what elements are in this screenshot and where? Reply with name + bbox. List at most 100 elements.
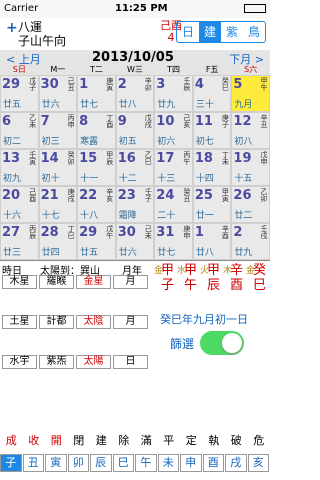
day-cell[interactable]: 24 癸丑 二十 [154, 186, 193, 223]
day-ganzhi: 己酉 [28, 188, 37, 202]
branch-1[interactable]: 丑 [22, 454, 44, 472]
day-number: 4 [194, 77, 204, 92]
day-cell[interactable]: 23 壬子 霜降 [115, 186, 155, 223]
day-cell[interactable]: 21 庚戌 十七 [38, 186, 78, 223]
tab-0[interactable]: 日 [177, 22, 199, 42]
info-panel: 時日 太陽到：巽山 月年 木星 羅睺 金星月土星 計都 太陰月水宇 紫炁 太陽日 金甲子水甲… [0, 260, 270, 400]
day-cell[interactable]: 25 甲寅 廿一 [192, 186, 232, 223]
day-cell[interactable]: 19 戊申 十五 [231, 149, 270, 186]
day-cell[interactable]: 20 己酉 十六 [0, 186, 39, 223]
day-cell[interactable]: 12 辛丑 初八 [231, 112, 270, 149]
branch-7[interactable]: 未 [157, 454, 179, 472]
lunar-day: 廿二 [234, 211, 253, 221]
tab-3[interactable]: 鳥 [243, 22, 265, 42]
day-number: 13 [2, 151, 21, 166]
day-ganzhi: 戊子 [28, 77, 37, 91]
day-ganzhi: 丁巳 [67, 225, 76, 239]
calendar-title: 2013/10/05 [92, 50, 174, 65]
calendar-nav: < 上月 2013/10/05 下月 > [0, 50, 270, 66]
day-cell[interactable]: 31 庚申 廿七 [154, 223, 193, 260]
day-cell[interactable]: 3 壬辰 廿九 [154, 75, 193, 112]
branch-2[interactable]: 寅 [45, 454, 67, 472]
lunar-day: 初十 [41, 174, 60, 184]
lunar-day: 初三 [41, 137, 60, 147]
day-cell[interactable]: 10 己亥 初六 [154, 112, 193, 149]
day-cell[interactable]: 29 戊子 廿五 [0, 75, 39, 112]
day-cell[interactable]: 14 癸卯 初十 [38, 149, 78, 186]
day-number: 16 [117, 151, 136, 166]
day-cell[interactable]: 30 己丑 廿六 [38, 75, 78, 112]
weekday-0: S日 [12, 65, 26, 74]
lunar-day: 廿五 [3, 100, 22, 110]
lunar-day: 初六 [157, 137, 176, 147]
day-ganzhi: 癸巳 [221, 77, 230, 91]
branch-10[interactable]: 戌 [225, 454, 247, 472]
toggle-knob [222, 333, 242, 353]
branch-0[interactable]: 子 [0, 454, 22, 472]
day-cell[interactable]: 4 癸巳 三十 [192, 75, 232, 112]
day-cell[interactable]: 11 庚子 初七 [192, 112, 232, 149]
lunar-day: 廿一 [195, 211, 214, 221]
weekday-3: W三 [127, 65, 143, 74]
day-number: 18 [194, 151, 213, 166]
lunar-day: 九月 [234, 100, 253, 110]
filter-toggle[interactable] [200, 331, 244, 355]
branch-5[interactable]: 巳 [112, 454, 134, 472]
day-number: 29 [2, 77, 21, 92]
day-cell[interactable]: 27 丙辰 廿三 [0, 223, 39, 260]
day-cell[interactable]: 1 辛酉 廿八 [192, 223, 232, 260]
day-ganzhi: 辛卯 [144, 77, 153, 91]
day-ganzhi: 庚戌 [67, 188, 76, 202]
day-cell[interactable]: 17 丙午 十三 [154, 149, 193, 186]
branch-8[interactable]: 申 [180, 454, 202, 472]
day-number: 1 [194, 225, 204, 240]
day-cell[interactable]: 18 丁未 十四 [192, 149, 232, 186]
day-ganzhi: 壬戌 [259, 225, 268, 239]
officer-1: 收 [28, 434, 40, 447]
day-ganzhi: 壬辰 [182, 77, 191, 91]
lunar-date: 癸巳年九月初一日 [160, 313, 248, 326]
day-cell[interactable]: 29 戊午 廿五 [77, 223, 116, 260]
day-cell[interactable]: 15 甲辰 十一 [77, 149, 116, 186]
day-cell[interactable]: 16 乙巳 十二 [115, 149, 155, 186]
lunar-day: 十五 [234, 174, 253, 184]
day-cell[interactable]: 26 乙卯 廿二 [231, 186, 270, 223]
branch-6[interactable]: 午 [135, 454, 157, 472]
day-cell[interactable]: 7 丙申 初三 [38, 112, 78, 149]
officer-3: 閉 [73, 434, 85, 447]
branch-9[interactable]: 酉 [202, 454, 224, 472]
add-icon[interactable]: + [6, 20, 18, 36]
day-cell[interactable]: 6 乙未 初二 [0, 112, 39, 149]
day-cell[interactable]: 9 戊戌 初五 [115, 112, 155, 149]
day-cell[interactable]: 13 壬寅 初九 [0, 149, 39, 186]
tab-1[interactable]: 建 [199, 22, 221, 42]
feng-shui-title: 八運 子山午向 [18, 20, 66, 48]
branch-4[interactable]: 辰 [90, 454, 112, 472]
branch-11[interactable]: 亥 [247, 454, 269, 472]
day-cell[interactable]: 28 丁巳 廿四 [38, 223, 78, 260]
day-cell[interactable]: 2 壬戌 廿九 [231, 223, 270, 260]
tab-2[interactable]: 紫 [221, 22, 243, 42]
lunar-day: 初八 [234, 137, 253, 147]
day-cell[interactable]: 1 庚寅 廿七 [77, 75, 116, 112]
day-ganzhi: 乙未 [28, 114, 37, 128]
lunar-day: 廿三 [3, 248, 22, 258]
branch-3[interactable]: 卯 [67, 454, 89, 472]
day-cell[interactable]: 8 丁酉 寒露 [77, 112, 116, 149]
star-cell: 金星 [76, 275, 111, 289]
day-cell[interactable]: 5 甲午 九月 [231, 75, 270, 112]
star-table: 木星 羅睺 金星月土星 計都 太陰月水宇 紫炁 太陽日 [2, 275, 152, 395]
star-cell: 計都 [39, 315, 74, 329]
day-ganzhi: 癸丑 [182, 188, 191, 202]
day-cell[interactable]: 2 辛卯 廿八 [115, 75, 155, 112]
weekday-6: S六 [244, 65, 258, 74]
day-cell[interactable]: 22 辛亥 十八 [77, 186, 116, 223]
day-number: 28 [40, 225, 59, 240]
mountain-label: 子山午向 [18, 34, 67, 48]
day-cell[interactable]: 30 己未 廿六 [115, 223, 155, 260]
weekday-header: S日 M一 T二 W三 T四 F五 S六 [0, 64, 270, 74]
clock: 11:25 PM [115, 3, 168, 14]
star-cell: 太陽 [76, 355, 111, 369]
weekday-5: F五 [205, 65, 219, 74]
officer-11: 危 [253, 434, 265, 447]
